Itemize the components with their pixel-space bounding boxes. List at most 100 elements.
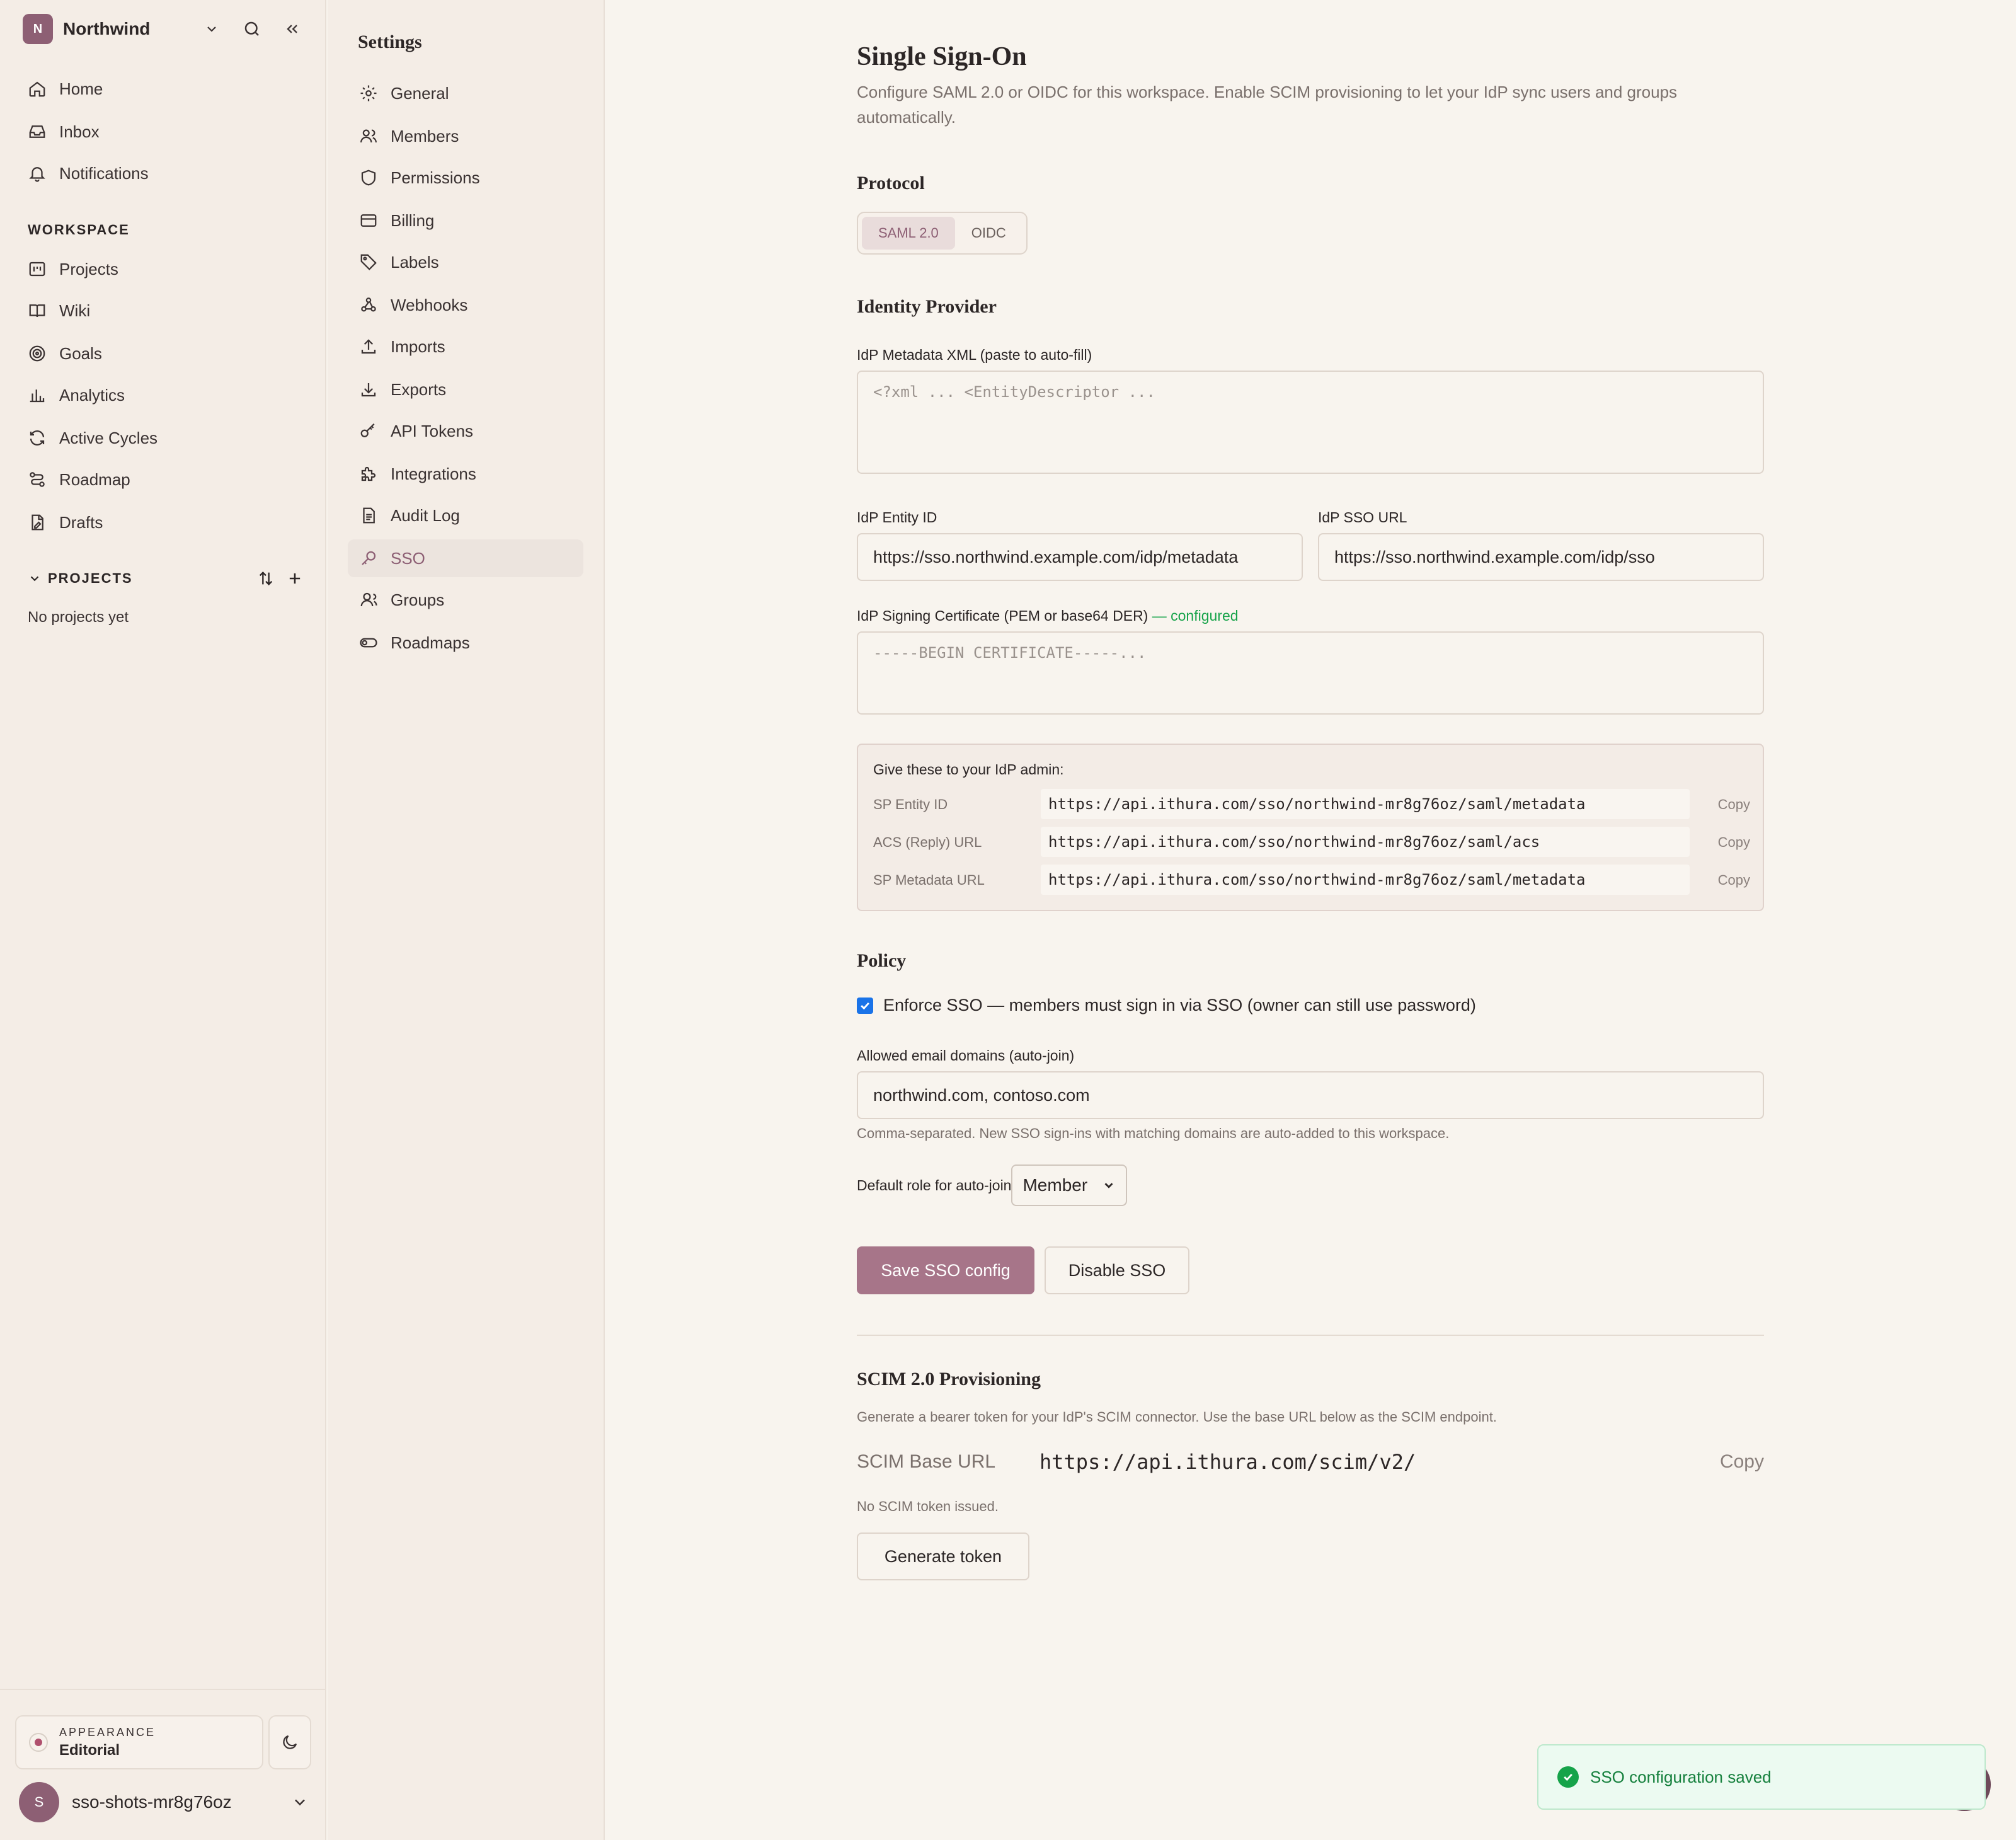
settings-item-general[interactable]: General [348,74,583,112]
document-icon [363,507,375,524]
enforce-sso-option[interactable]: Enforce SSO — members must sign in via S… [857,996,1476,1015]
sp-info-box: Give these to your IdP admin: SP Entity … [857,744,1764,911]
policy-heading: Policy [857,950,907,971]
workspace-switcher[interactable]: N Northwind [23,14,306,44]
moon-icon [283,1735,297,1749]
scim-base-url-label: SCIM Base URL [857,1451,996,1472]
shield-icon [361,170,376,186]
scim-description: Generate a bearer token for your IdP's S… [857,1409,1497,1425]
collapse-sidebar-icon[interactable] [280,16,305,42]
sp-info-title: Give these to your IdP admin: [873,761,1064,778]
nav-drafts[interactable]: Drafts [18,504,307,541]
nav-analytics-label: Analytics [59,385,125,405]
copy-button[interactable]: Copy [1720,1451,1764,1473]
projects-section-header[interactable]: PROJECTS [28,566,305,591]
users-icon [360,129,377,143]
save-sso-config-button[interactable]: Save SSO config [857,1246,1034,1294]
enforce-sso-checkbox[interactable] [857,997,873,1014]
appearance-switcher[interactable]: APPEARANCE Editorial [15,1715,263,1769]
settings-title: Settings [358,32,422,52]
search-icon[interactable] [239,16,265,42]
nav-roadmap[interactable]: Roadmap [18,461,307,498]
idp-metadata-label: IdP Metadata XML (paste to auto-fill) [857,347,1092,363]
copy-button[interactable]: Copy [1718,834,1750,851]
nav-inbox-label: Inbox [59,122,100,141]
nav-analytics[interactable]: Analytics [18,377,307,413]
download-icon [361,383,376,397]
page-description: Configure SAML 2.0 or OIDC for this work… [857,83,1678,127]
nav-inbox[interactable]: Inbox [18,113,307,150]
settings-item-imports[interactable]: Imports [348,328,583,365]
workspace-name: Northwind [63,19,151,38]
settings-item-audit-log[interactable]: Audit Log [348,497,583,534]
nav-wiki-label: Wiki [59,301,91,320]
settings-item-api-tokens[interactable]: API Tokens [348,412,583,450]
allowed-domains-help: Comma-separated. New SSO sign-ins with m… [857,1125,1450,1141]
protocol-toggle: SAML 2.0 OIDC [857,212,1028,255]
copy-button[interactable]: Copy [1718,872,1750,888]
nav-active-cycles[interactable]: Active Cycles [18,420,307,456]
user-menu[interactable]: S sso-shots-mr8g76oz [19,1782,309,1822]
nav-goals[interactable]: Goals [18,335,307,372]
add-project-icon[interactable] [285,568,305,589]
generate-token-button[interactable]: Generate token [857,1532,1029,1580]
scim-base-url-row: SCIM Base URL https://api.ithura.com/sci… [857,1447,1764,1477]
nav-projects[interactable]: Projects [18,251,307,287]
settings-item-roadmaps[interactable]: Roadmaps [348,624,583,662]
sort-icon[interactable] [256,568,276,589]
chevron-down-icon[interactable] [28,572,42,585]
settings-item-sso[interactable]: SSO [348,539,583,577]
idp-cert-label: IdP Signing Certificate (PEM or base64 D… [857,607,1239,624]
nav-home[interactable]: Home [18,71,307,107]
toast-message: SSO configuration saved [1590,1767,1772,1786]
home-icon [29,81,45,97]
idp-cert-textarea[interactable]: -----BEGIN CERTIFICATE-----... [857,631,1764,715]
sp-acs-url-row: ACS (Reply) URL https://api.ithura.com/s… [873,827,1750,857]
idp-entity-id-input[interactable]: https://sso.northwind.example.com/idp/me… [857,533,1303,581]
refresh-icon [30,430,45,446]
draft-file-icon [32,514,43,531]
bell-icon [29,167,45,182]
projects-icon [29,262,45,277]
settings-item-integrations[interactable]: Integrations [348,455,583,493]
appearance-value: Editorial [59,1741,120,1759]
bar-chart-icon [30,389,45,403]
check-circle-icon [1557,1766,1579,1788]
puzzle-icon [361,466,376,481]
idp-metadata-textarea[interactable]: <?xml ... <EntityDescriptor ... [857,371,1764,474]
dark-mode-toggle[interactable] [268,1715,311,1769]
allowed-domains-input[interactable]: northwind.com, contoso.com [857,1071,1764,1119]
idp-sso-url-input[interactable]: https://sso.northwind.example.com/idp/ss… [1318,533,1764,581]
workspace-section-label: WORKSPACE [28,222,130,238]
protocol-saml-option[interactable]: SAML 2.0 [862,217,955,250]
gear-icon [360,85,377,101]
nav-wiki[interactable]: Wiki [18,292,307,329]
protocol-oidc-option[interactable]: OIDC [955,217,1022,250]
app-sidebar: N Northwind Home Inbox Notifications WOR… [0,0,326,1840]
settings-nav: Settings General Members Permissions Bil… [328,0,605,1840]
settings-item-billing[interactable]: Billing [348,202,583,239]
settings-item-groups[interactable]: Groups [348,581,583,619]
settings-item-label: SSO [391,548,425,568]
chevron-down-icon [295,1799,305,1806]
nav-notifications[interactable]: Notifications [18,155,307,192]
settings-item-exports[interactable]: Exports [348,371,583,408]
projects-section-label: PROJECTS [48,570,133,586]
user-name: sso-shots-mr8g76oz [72,1792,232,1812]
key-icon [362,551,376,565]
settings-item-permissions[interactable]: Permissions [348,159,583,197]
group-icon [360,592,377,607]
settings-item-label: Billing [391,210,435,230]
scim-token-status: No SCIM token issued. [857,1498,999,1514]
copy-button[interactable]: Copy [1718,796,1750,813]
inbox-icon [29,125,45,138]
settings-item-members[interactable]: Members [348,117,583,155]
settings-item-webhooks[interactable]: Webhooks [348,286,583,324]
sp-row-value: https://api.ithura.com/sso/northwind-mr8… [1041,827,1690,857]
disable-sso-button[interactable]: Disable SSO [1045,1246,1189,1294]
settings-item-labels[interactable]: Labels [348,243,583,281]
chevron-down-icon[interactable] [199,16,224,42]
sp-row-key: SP Entity ID [873,796,948,812]
default-role-select[interactable]: Member [1011,1164,1128,1206]
scim-base-url-value: https://api.ithura.com/scim/v2/ [1040,1450,1416,1474]
